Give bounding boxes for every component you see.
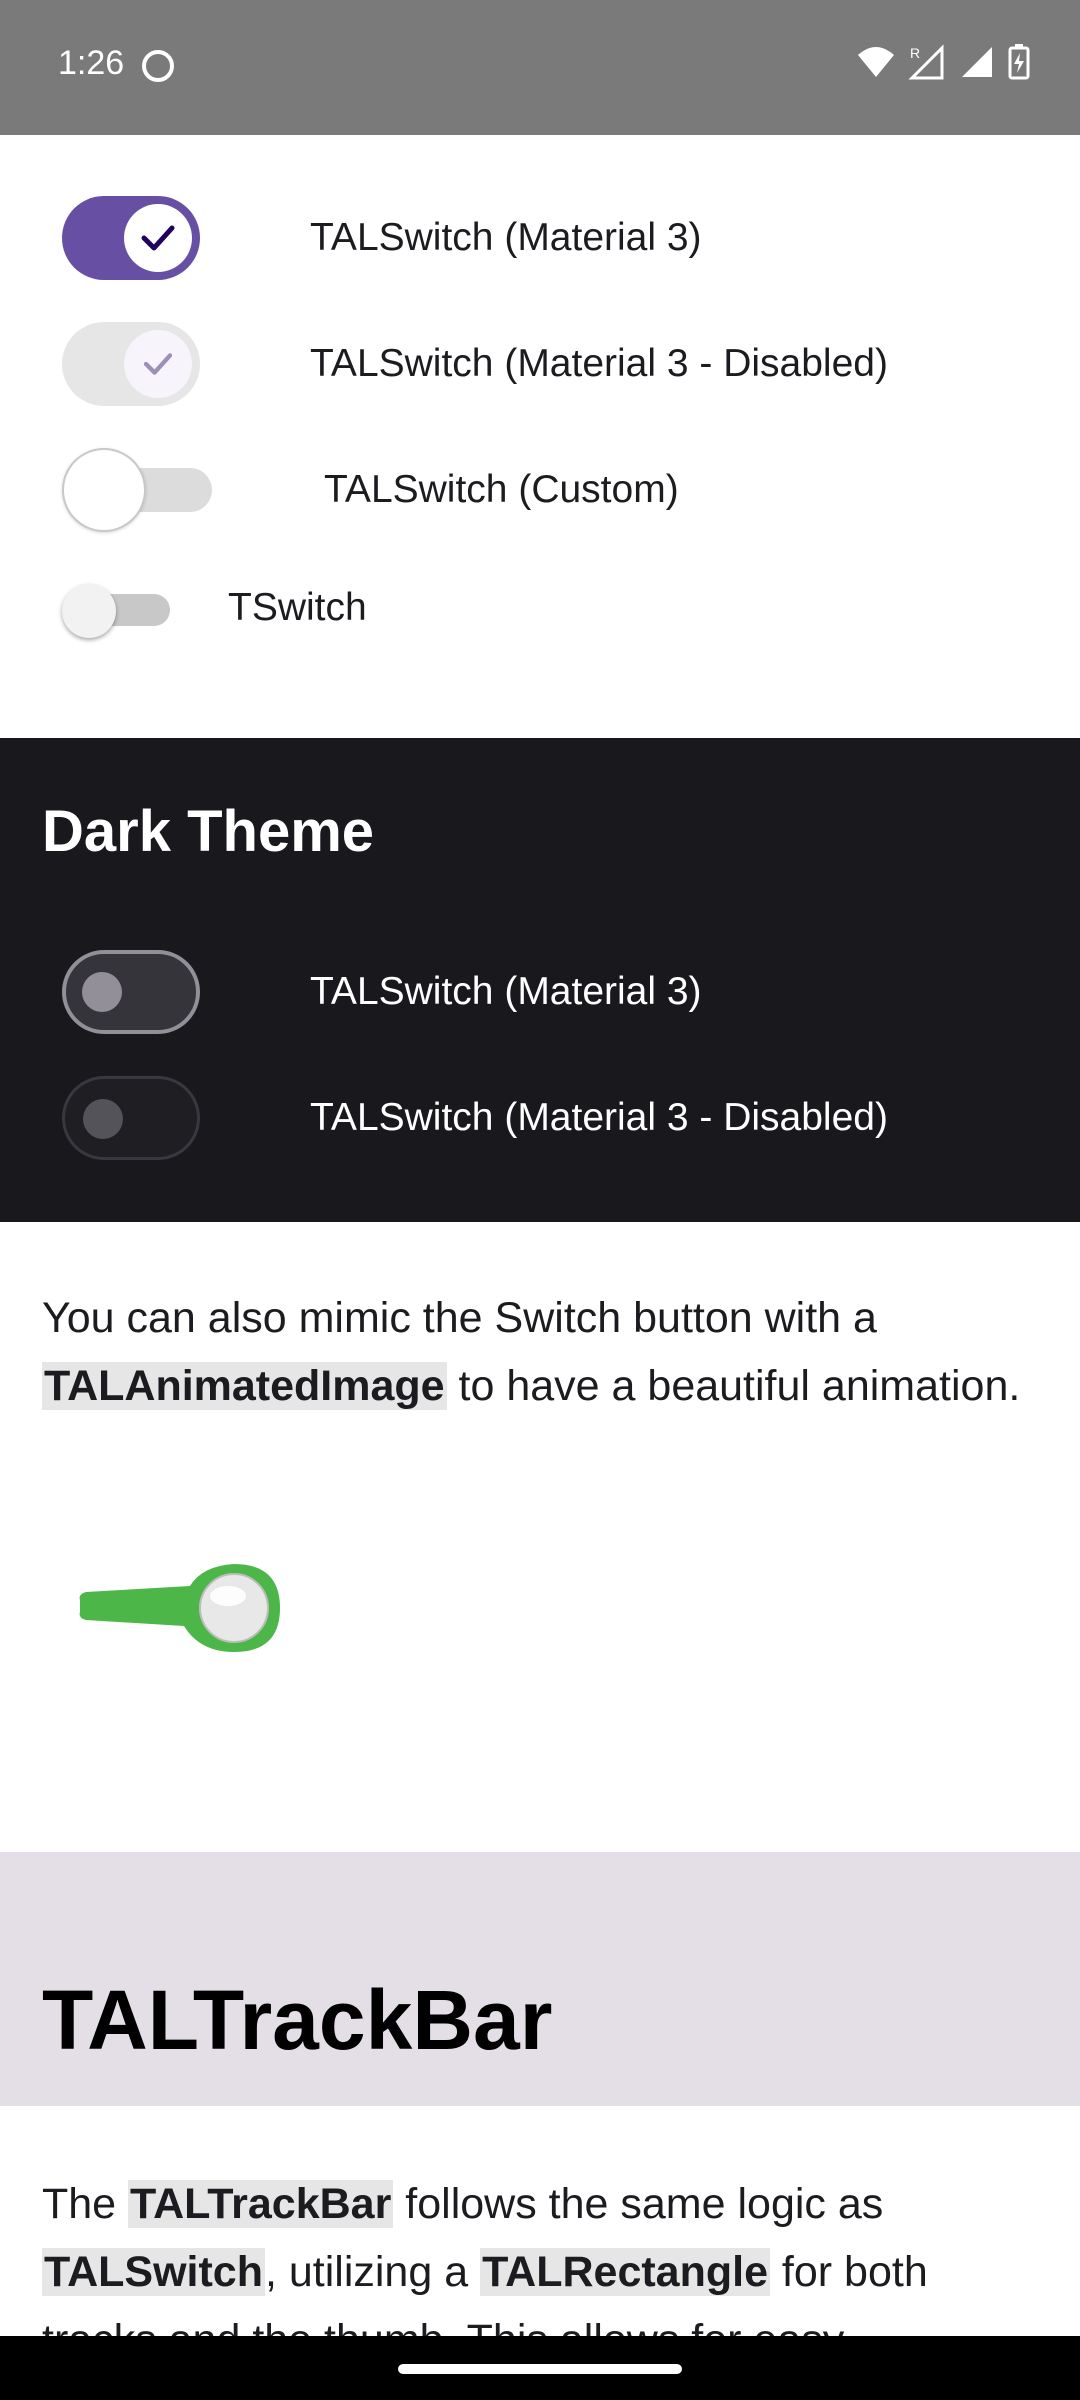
check-icon [143, 353, 173, 375]
status-time: 1:26 [58, 44, 125, 82]
switch-thumb [124, 204, 192, 272]
wifi-icon [858, 47, 894, 77]
switch-thumb [62, 448, 146, 532]
check-icon [141, 225, 175, 251]
code-talanimatedimage: TALAnimatedImage [42, 1362, 447, 1410]
code-taltrackbar: TALTrackBar [128, 2180, 394, 2228]
text: follows the same logic as [393, 2180, 884, 2228]
tswitch[interactable] [62, 580, 172, 638]
switch-thumb [82, 972, 122, 1012]
code-talswitch: TALSwitch [42, 2248, 265, 2296]
switch-thumb [83, 1099, 123, 1139]
notification-icon [142, 50, 174, 82]
text: , utilizing a [264, 2248, 481, 2296]
switch-label: TALSwitch (Material 3 - Disabled) [310, 1096, 888, 1139]
dark-switch-row-material3-disabled: TALSwitch (Material 3 - Disabled) [62, 1076, 888, 1160]
switch-row-custom: TALSwitch (Custom) [62, 448, 679, 532]
material3-disabled-switch [62, 322, 200, 406]
switch-thumb [124, 330, 192, 398]
dark-theme-title: Dark Theme [42, 799, 375, 864]
code-talrectangle: TALRectangle [480, 2248, 770, 2296]
status-bar: 1:26 R [0, 0, 1080, 135]
text: You can also mimic the Switch button wit… [42, 1294, 877, 1342]
status-icons: R [856, 44, 1030, 80]
switch-label: TALSwitch (Material 3) [310, 216, 702, 259]
switch-row-tswitch: TSwitch [62, 580, 367, 638]
trackbar-header: TALTrackBar [0, 1852, 1080, 2106]
svg-text:R: R [910, 45, 920, 61]
switch-thumb [62, 584, 116, 638]
custom-switch[interactable] [62, 448, 212, 532]
switch-thumb [199, 1573, 269, 1643]
switch-row-material3-disabled: TALSwitch (Material 3 - Disabled) [62, 322, 888, 406]
navigation-bar [0, 2336, 1080, 2400]
text: to have a beautiful animation. [446, 1362, 1021, 1410]
dark-switch-row-material3: TALSwitch (Material 3) [62, 950, 702, 1034]
signal-icon [962, 47, 992, 77]
dark-theme-section: Dark Theme TALSwitch (Material 3) TALSwi… [0, 738, 1080, 1222]
text: The [42, 2180, 129, 2228]
trackbar-title: TALTrackBar [42, 1973, 553, 2067]
dark-material3-switch[interactable] [62, 950, 200, 1034]
home-indicator[interactable] [398, 2364, 682, 2374]
switch-label: TSwitch [228, 586, 367, 629]
dark-material3-disabled-switch [62, 1076, 200, 1160]
switch-row-material3: TALSwitch (Material 3) [62, 196, 702, 280]
mimic-paragraph: You can also mimic the Switch button wit… [42, 1284, 1042, 1420]
animated-image-switch[interactable] [72, 1556, 292, 1656]
switch-label: TALSwitch (Material 3 - Disabled) [310, 342, 888, 385]
material3-switch[interactable] [62, 196, 200, 280]
switch-label: TALSwitch (Material 3) [310, 970, 702, 1013]
switch-label: TALSwitch (Custom) [324, 468, 679, 511]
battery-charging-icon [1008, 44, 1030, 80]
signal-r-icon: R [908, 44, 944, 80]
